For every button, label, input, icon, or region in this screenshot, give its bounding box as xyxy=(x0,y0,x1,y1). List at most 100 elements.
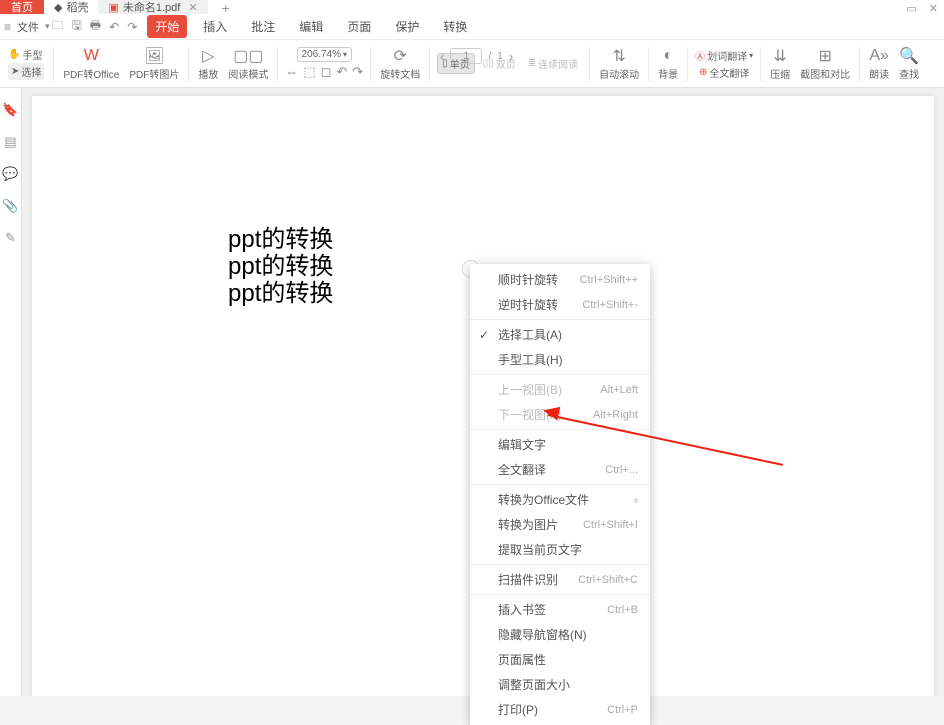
screenshot-button[interactable]: ⊞截图和对比 xyxy=(796,45,854,83)
tab-doc1[interactable]: ◆ 稻壳 xyxy=(44,0,98,14)
prev-page-icon[interactable]: ‹ xyxy=(440,49,444,64)
page-input[interactable]: 1 xyxy=(450,48,482,64)
ctx-rotate-ccw-label: 逆时针旋转 xyxy=(498,296,558,313)
thumbnail-icon[interactable]: ▤ xyxy=(4,134,16,150)
ctx-next-view: 下一视图(F)Alt+Right xyxy=(470,402,650,427)
continuous-button[interactable]: ≣连续阅读 xyxy=(524,54,582,73)
menu-convert[interactable]: 转换 xyxy=(435,15,475,38)
side-strip: 🔖 ▤ 💬 📎 ✎ xyxy=(0,88,22,696)
actual-size-icon[interactable]: ◻ xyxy=(321,64,332,80)
menu-edit[interactable]: 编辑 xyxy=(291,15,331,38)
play-button[interactable]: ▷播放 xyxy=(194,45,222,83)
page-current: 1 xyxy=(463,50,469,62)
select-label: 选择 xyxy=(21,64,41,79)
rotate-left-icon[interactable]: ↶ xyxy=(336,64,347,80)
compress-button[interactable]: ⇊压缩 xyxy=(766,45,794,83)
ctx-hide-nav-label: 隐藏导航窗格(N) xyxy=(498,626,587,643)
tab-home[interactable]: 首页 xyxy=(0,0,44,14)
ctx-full-translate[interactable]: 全文翻译Ctrl+... xyxy=(470,457,650,482)
menu-page[interactable]: 页面 xyxy=(339,15,379,38)
ctx-print[interactable]: 打印(P)Ctrl+P xyxy=(470,697,650,722)
rotate-right-icon[interactable]: ↷ xyxy=(352,64,363,80)
print-icon[interactable]: 🖶 xyxy=(90,16,101,37)
close-tab-icon[interactable]: ✕ xyxy=(188,1,197,14)
translate-group: Ⓐ划词翻译▾ ⊕全文翻译 xyxy=(693,40,755,87)
tab-doc2-label: 未命名1.pdf xyxy=(123,0,180,15)
scroll-icon: ⇅ xyxy=(612,47,625,65)
menu-insert[interactable]: 插入 xyxy=(195,15,235,38)
search-icon: 🔍 xyxy=(899,47,919,65)
zoom-level[interactable]: 206.74%▾ xyxy=(297,47,353,62)
play-icon: ▷ xyxy=(202,47,214,65)
tab-doc2[interactable]: ▣未命名1.pdf✕ xyxy=(98,0,207,14)
ctx-resize-page-label: 调整页面大小 xyxy=(498,676,570,693)
rotate-doc-button[interactable]: ⟳旋转文档 xyxy=(376,45,424,83)
new-tab-button[interactable]: + xyxy=(222,0,230,16)
ctx-hide-nav[interactable]: 隐藏导航窗格(N) xyxy=(470,622,650,647)
hamburger-icon[interactable]: ≡ xyxy=(4,20,11,34)
word-icon: W xyxy=(84,47,99,65)
tabs-bar: 首页 ◆稻壳 ▣未命名1.pdf✕ + ▭ ✕ xyxy=(0,0,944,14)
hand-tool[interactable]: ✋手型 xyxy=(8,47,44,62)
sign-icon[interactable]: ✎ xyxy=(5,230,16,246)
screenshot-label: 截图和对比 xyxy=(800,66,850,81)
background-button[interactable]: ◐背景 xyxy=(654,45,682,83)
ctx-convert-image[interactable]: 转换为图片 Ctrl+Shift+I xyxy=(470,512,650,537)
menu-protect[interactable]: 保护 xyxy=(387,15,427,38)
ctx-convert-office-label: 转换为Office文件 xyxy=(498,491,589,508)
full-trans-icon: ⊕ xyxy=(699,67,707,78)
window-close-icon[interactable]: ✕ xyxy=(929,2,938,15)
ctx-convert-image-label: 转换为图片 xyxy=(498,516,558,533)
continuous-icon: ≣ xyxy=(528,58,536,69)
undo-icon[interactable]: ↶ xyxy=(109,20,119,34)
read-mode-button[interactable]: ▢▢阅读模式 xyxy=(224,45,272,83)
select-tool[interactable]: ➤选择 xyxy=(8,63,44,80)
ctx-select-tool[interactable]: 选择工具(A) xyxy=(470,322,650,347)
ctx-convert-office[interactable]: 转换为Office文件› xyxy=(470,487,650,512)
ctx-rotate-cw[interactable]: 顺时针旋转Ctrl+Shift++ xyxy=(470,267,650,292)
file-dropdown-icon[interactable]: ▾ xyxy=(45,21,50,32)
hand-label: 手型 xyxy=(22,47,42,62)
ctx-hand-tool[interactable]: 手型工具(H) xyxy=(470,347,650,372)
ctx-page-props-label: 页面属性 xyxy=(498,651,546,668)
ctx-rotate-cw-label: 顺时针旋转 xyxy=(498,271,558,288)
window-restore-icon[interactable]: ▭ xyxy=(906,2,916,15)
pdf-to-office-button[interactable]: WPDF转Office xyxy=(59,45,123,83)
doc1-icon: ◆ xyxy=(54,1,62,14)
ctx-ocr-label: 扫描件识别 xyxy=(498,571,558,588)
redo-icon[interactable]: ↷ xyxy=(127,20,137,34)
bookmark-icon[interactable]: 🔖 xyxy=(2,102,18,118)
menu-bar: ≡ 文件 ▾ 🗀 🖫 🖶 ↶ ↷ 开始 插入 批注 编辑 页面 保护 转换 xyxy=(0,14,944,40)
compress-label: 压缩 xyxy=(770,66,790,81)
screenshot-icon: ⊞ xyxy=(818,47,831,65)
auto-scroll-button[interactable]: ⇅自动滚动 xyxy=(595,45,643,83)
open-icon[interactable]: 🗀 xyxy=(52,16,64,37)
menu-start[interactable]: 开始 xyxy=(147,15,187,38)
full-trans-label[interactable]: 全文翻译 xyxy=(709,65,749,80)
word-trans-dropdown-icon[interactable]: ▾ xyxy=(749,51,753,60)
comment-icon[interactable]: 💬 xyxy=(2,166,18,182)
auto-scroll-label: 自动滚动 xyxy=(599,66,639,81)
word-trans-label[interactable]: 划词翻译 xyxy=(707,48,747,63)
ctx-extract-text[interactable]: 提取当前页文字 xyxy=(470,537,650,562)
menu-annotate[interactable]: 批注 xyxy=(243,15,283,38)
find-button[interactable]: 🔍查找 xyxy=(895,45,923,83)
ctx-page-props[interactable]: 页面属性 xyxy=(470,647,650,672)
ctx-resize-page[interactable]: 调整页面大小 xyxy=(470,672,650,697)
compress-icon: ⇊ xyxy=(773,47,786,65)
next-page-icon[interactable]: › xyxy=(509,49,513,64)
pdf-to-image-button[interactable]: 🖼PDF转图片 xyxy=(125,45,183,83)
fit-page-icon[interactable]: ⬚ xyxy=(303,64,315,80)
ctx-insert-bookmark[interactable]: 插入书签Ctrl+B xyxy=(470,597,650,622)
fit-width-icon[interactable]: ⇔ xyxy=(285,64,298,80)
save-icon[interactable]: 🖫 xyxy=(72,16,82,37)
ctx-ocr[interactable]: 扫描件识别Ctrl+Shift+C xyxy=(470,567,650,592)
ctx-edit-text[interactable]: 编辑文字 xyxy=(470,432,650,457)
attachment-icon[interactable]: 📎 xyxy=(2,198,18,214)
pdf-to-office-label: PDF转Office xyxy=(63,66,119,81)
ctx-rotate-ccw[interactable]: 逆时针旋转Ctrl+Shift+- xyxy=(470,292,650,317)
read-aloud-button[interactable]: A»朗读 xyxy=(865,45,893,83)
ctx-convert-image-shortcut: Ctrl+Shift+I xyxy=(583,519,638,531)
file-menu[interactable]: 文件 xyxy=(17,19,39,35)
tab-doc1-label: 稻壳 xyxy=(66,0,88,15)
